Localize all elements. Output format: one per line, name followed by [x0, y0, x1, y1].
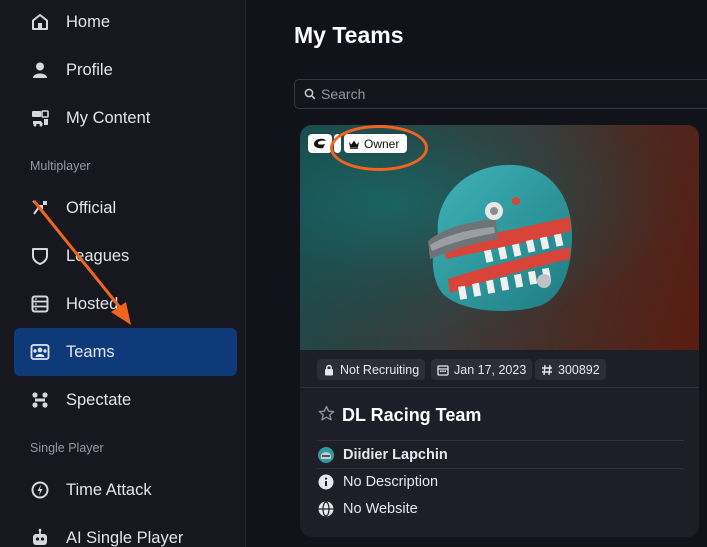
- team-tags: Not Recruiting Jan 17, 2023 300892: [300, 350, 699, 388]
- sidebar-item-label: Hosted: [66, 294, 119, 313]
- hash-icon: [542, 364, 552, 375]
- sidebar-item-label: Official: [66, 198, 117, 217]
- member-avatar: [318, 447, 334, 463]
- team-member-row[interactable]: Diidier Lapchin: [317, 442, 684, 468]
- info-icon: [318, 474, 334, 490]
- sidebar: Home Profile My Content Multiplayer Offi…: [0, 0, 246, 547]
- helmet-image: [428, 164, 572, 311]
- sidebar-item-label: Leagues: [66, 246, 130, 265]
- section-label-single-player: Single Player: [30, 441, 104, 455]
- sidebar-item-profile[interactable]: Profile: [14, 46, 237, 94]
- team-description: No Description: [343, 474, 439, 490]
- search-box[interactable]: [294, 79, 707, 109]
- date-tag: Jan 17, 2023: [431, 359, 533, 380]
- favorite-star-icon[interactable]: [318, 405, 335, 422]
- recruiting-tag: Not Recruiting: [317, 359, 426, 380]
- platform-logo-badge: [308, 134, 332, 153]
- spectate-icon: [30, 390, 50, 410]
- sidebar-item-spectate[interactable]: Spectate: [14, 376, 237, 424]
- team-website: No Website: [343, 501, 418, 517]
- sidebar-item-hosted[interactable]: Hosted: [14, 280, 237, 328]
- page-title: My Teams: [294, 22, 404, 48]
- checkered-flag-icon: [30, 198, 50, 218]
- robot-icon: [30, 528, 50, 547]
- server-icon: [30, 294, 50, 314]
- member-name: Diidier Lapchin: [343, 447, 448, 463]
- team-id: 300892: [558, 362, 600, 377]
- home-icon: [30, 12, 50, 32]
- shield-icon: [30, 246, 50, 266]
- team-name[interactable]: DL Racing Team: [342, 405, 481, 426]
- sidebar-item-ai-single-player[interactable]: AI Single Player: [14, 514, 237, 547]
- platform-logo-icon: [314, 138, 326, 149]
- team-card[interactable]: Owner Not Recruiting Jan 17, 2023 300892…: [300, 125, 699, 537]
- sidebar-item-home[interactable]: Home: [14, 0, 237, 46]
- calendar-icon: [437, 364, 449, 376]
- content-icon: [30, 108, 50, 128]
- sidebar-item-time-attack[interactable]: Time Attack: [14, 466, 237, 514]
- team-id-tag: 300892: [535, 359, 606, 380]
- card-divider: [300, 387, 699, 388]
- sidebar-item-label: Home: [66, 12, 111, 31]
- sidebar-item-my-content[interactable]: My Content: [14, 94, 237, 142]
- globe-icon: [318, 501, 334, 517]
- teams-icon: [30, 342, 50, 362]
- profile-icon: [30, 60, 50, 80]
- sidebar-item-official[interactable]: Official: [14, 184, 237, 232]
- main-content: My Teams Search Owner Not Recruiting Jan…: [247, 0, 707, 547]
- sidebar-item-leagues[interactable]: Leagues: [14, 232, 237, 280]
- stopwatch-icon: [30, 480, 50, 500]
- annotation-circle: [330, 125, 428, 171]
- sidebar-item-label: Teams: [66, 342, 115, 361]
- lock-icon: [325, 364, 333, 375]
- name-divider: [317, 440, 684, 441]
- sidebar-item-teams[interactable]: Teams: [14, 328, 237, 376]
- sidebar-item-label: Profile: [66, 60, 113, 79]
- section-label-multiplayer: Multiplayer: [30, 159, 91, 173]
- search-input[interactable]: [321, 84, 701, 104]
- recruiting-status: Not Recruiting: [340, 362, 420, 377]
- sidebar-item-label: Time Attack: [66, 480, 152, 499]
- sidebar-item-label: My Content: [66, 108, 151, 127]
- sidebar-item-label: AI Single Player: [66, 528, 184, 547]
- description-row: No Description: [317, 469, 684, 495]
- website-row: No Website: [317, 496, 684, 522]
- sidebar-item-label: Spectate: [66, 390, 132, 409]
- team-banner: Owner: [300, 125, 699, 350]
- search-icon: [304, 88, 316, 100]
- created-date: Jan 17, 2023: [454, 362, 527, 377]
